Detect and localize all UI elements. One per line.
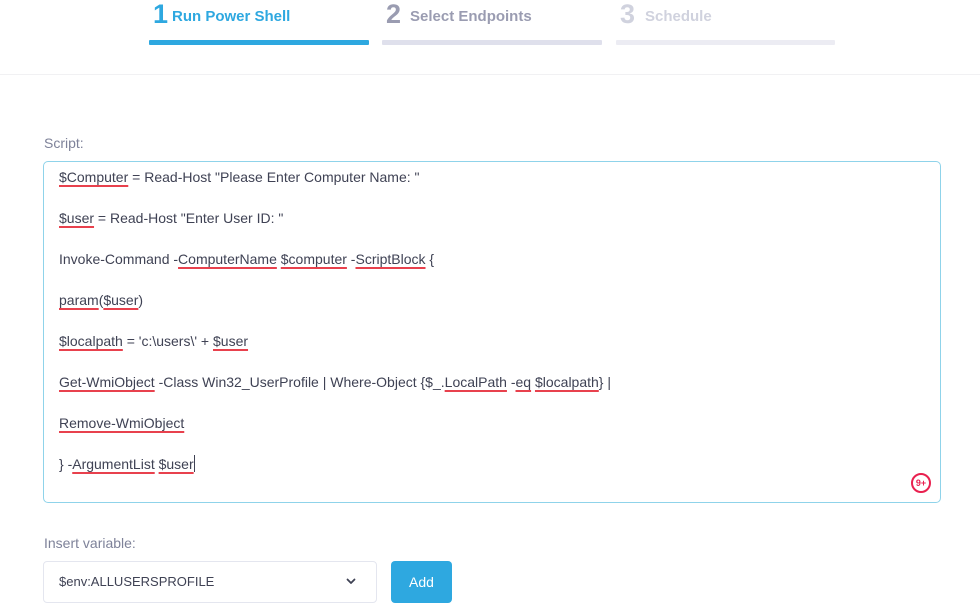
- script-line: $Computer = Read-Host "Please Enter Comp…: [59, 168, 420, 186]
- step-label: Run Power Shell: [172, 8, 291, 25]
- script-text: {: [425, 251, 435, 267]
- script-line: param($user): [59, 291, 143, 309]
- variable-select-value: $env:ALLUSERSPROFILE: [59, 574, 215, 589]
- step-number: 3: [620, 0, 636, 29]
- script-line: Get-WmiObject -Class Win32_UserProfile |…: [59, 373, 611, 391]
- script-text: } -: [59, 456, 73, 472]
- step-number: 2: [386, 0, 402, 29]
- insert-variable-label: Insert variable:: [44, 535, 136, 551]
- spelling-error: ComputerName: [178, 251, 277, 267]
- spelling-error: ScriptBlock: [355, 251, 426, 267]
- script-text: -: [506, 374, 516, 390]
- spelling-error: $localpath: [59, 333, 123, 349]
- script-line: $localpath = 'c:\users\' + $user: [59, 332, 248, 350]
- grammarly-badge-icon[interactable]: 9+: [911, 473, 931, 493]
- spelling-error: $computer: [280, 251, 347, 267]
- script-editor[interactable]: 9+ $Computer = Read-Host "Please Enter C…: [43, 161, 941, 503]
- spelling-error: Remove-WmiObject: [59, 415, 185, 431]
- script-line: Remove-WmiObject: [59, 414, 184, 432]
- step-progress-bar: [616, 40, 835, 45]
- spelling-error: $user: [103, 292, 139, 308]
- spelling-error: $localpath: [534, 374, 599, 390]
- chevron-down-icon: [346, 578, 356, 584]
- spelling-error: $user: [213, 333, 249, 349]
- spelling-error: LocalPath: [444, 374, 507, 390]
- step-label: Select Endpoints: [410, 8, 532, 25]
- spelling-error: $user: [59, 210, 95, 226]
- script-label: Script:: [44, 135, 84, 151]
- spelling-error: $Computer: [59, 169, 129, 185]
- script-line: Invoke-Command -ComputerName $computer -…: [59, 250, 434, 268]
- script-text: } |: [598, 374, 611, 390]
- spelling-error: param: [59, 292, 99, 308]
- spelling-error: eq: [515, 374, 532, 390]
- script-line: $user = Read-Host "Enter User ID: ": [59, 209, 283, 227]
- script-line: } -ArgumentList $user: [59, 455, 195, 473]
- step-progress-bar: [382, 40, 602, 45]
- step-label: Schedule: [645, 8, 712, 25]
- script-text: -Class Win32_UserProfile | Where-Object …: [154, 374, 445, 390]
- add-variable-button[interactable]: Add: [391, 561, 452, 603]
- step-schedule[interactable]: 3 Schedule: [616, 0, 836, 46]
- step-progress-bar: [149, 40, 369, 45]
- step-select-endpoints[interactable]: 2 Select Endpoints: [382, 0, 602, 46]
- spelling-error: ArgumentList: [72, 456, 155, 472]
- text-caret: [193, 455, 195, 472]
- script-text: = Read-Host "Enter User ID: ": [94, 210, 284, 226]
- step-run-power-shell[interactable]: 1 Run Power Shell: [149, 0, 369, 46]
- script-text: = 'c:\users\' +: [122, 333, 213, 349]
- script-text: Invoke-Command -: [59, 251, 179, 267]
- spelling-error: Get-WmiObject: [59, 374, 155, 390]
- wizard-header: 1 Run Power Shell 2 Select Endpoints 3 S…: [0, 0, 980, 75]
- variable-select[interactable]: $env:ALLUSERSPROFILE: [43, 561, 377, 603]
- step-number: 1: [153, 0, 169, 29]
- script-text: = Read-Host "Please Enter Computer Name:…: [128, 169, 420, 185]
- spelling-error: $user: [158, 456, 194, 472]
- script-text: ): [138, 292, 144, 308]
